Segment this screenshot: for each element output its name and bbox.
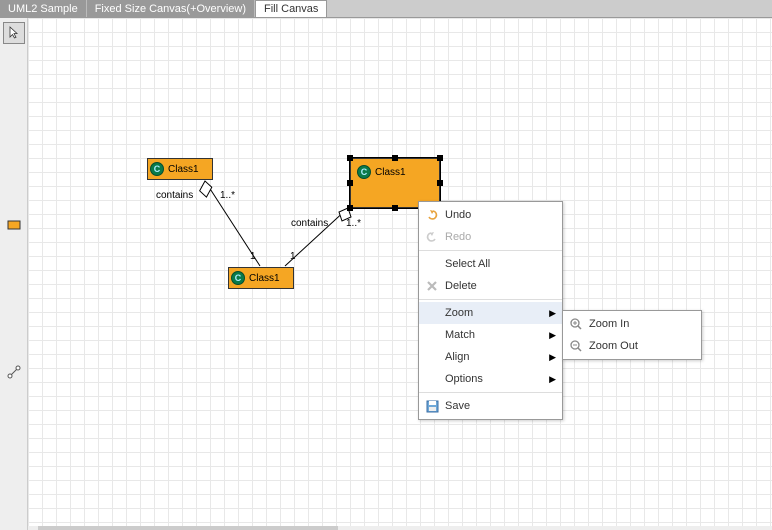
class-node[interactable]: C Class1 [147, 158, 213, 180]
canvas-grid [28, 18, 772, 530]
menu-match[interactable]: Match ▶ [419, 324, 562, 346]
blank-icon [423, 305, 441, 321]
menu-label: Match [441, 329, 549, 341]
undo-icon [423, 207, 441, 223]
resize-handle-w[interactable] [347, 180, 353, 186]
class-label: Class1 [168, 164, 199, 175]
pointer-icon [7, 26, 21, 40]
class-icon-letter: C [235, 273, 242, 283]
tab-label: Fixed Size Canvas(+Overview) [95, 3, 246, 15]
resize-handle-n[interactable] [392, 155, 398, 161]
menu-label: Delete [441, 280, 556, 292]
edge-mult-target: 1..* [346, 218, 361, 229]
zoom-submenu: Zoom In Zoom Out [562, 310, 702, 360]
class-tool[interactable] [3, 214, 25, 236]
resize-handle-nw[interactable] [347, 155, 353, 161]
blank-icon [423, 256, 441, 272]
menu-label: Redo [441, 231, 556, 243]
menu-zoom[interactable]: Zoom ▶ [419, 302, 562, 324]
connection-tool-icon [7, 365, 21, 379]
blank-icon [423, 371, 441, 387]
menu-redo[interactable]: Redo [419, 226, 562, 248]
edge-label-contains: contains [291, 218, 328, 229]
submenu-arrow-icon: ▶ [549, 308, 556, 319]
menu-separator [419, 299, 562, 300]
tab-label: Fill Canvas [264, 3, 318, 15]
menu-undo[interactable]: Undo [419, 204, 562, 226]
resize-handle-ne[interactable] [437, 155, 443, 161]
blank-icon [423, 349, 441, 365]
resize-handle-s[interactable] [392, 205, 398, 211]
menu-select-all[interactable]: Select All [419, 253, 562, 275]
zoom-out-icon [567, 338, 585, 354]
menu-separator [419, 250, 562, 251]
tab-fill-canvas[interactable]: Fill Canvas [255, 0, 327, 17]
menu-separator [419, 392, 562, 393]
redo-icon [423, 229, 441, 245]
menu-label: Select All [441, 258, 556, 270]
class-label: Class1 [249, 273, 280, 284]
edge-mult-source: 1 [290, 251, 296, 262]
menu-zoom-in[interactable]: Zoom In [563, 313, 701, 335]
resize-handle-sw[interactable] [347, 205, 353, 211]
submenu-arrow-icon: ▶ [549, 330, 556, 341]
menu-label: Options [441, 373, 549, 385]
workspace: contains 1..* 1 contains 1..* 1 C Class1… [0, 18, 772, 530]
menu-options[interactable]: Options ▶ [419, 368, 562, 390]
edge-mult-source: 1 [250, 251, 256, 262]
submenu-arrow-icon: ▶ [549, 352, 556, 363]
class-tool-icon [7, 219, 21, 231]
blank-icon [423, 327, 441, 343]
tab-label: UML2 Sample [8, 3, 78, 15]
canvas-container[interactable]: contains 1..* 1 contains 1..* 1 C Class1… [28, 18, 772, 530]
tab-uml2-sample[interactable]: UML2 Sample [0, 0, 87, 17]
edge-mult-target: 1..* [220, 190, 235, 201]
class-icon: C [150, 162, 164, 176]
menu-delete[interactable]: Delete [419, 275, 562, 297]
class-icon: C [231, 271, 245, 285]
menu-save[interactable]: Save [419, 395, 562, 417]
pointer-tool[interactable] [3, 22, 25, 44]
connection-tool[interactable] [3, 361, 25, 383]
zoom-in-icon [567, 316, 585, 332]
class-label: Class1 [375, 165, 406, 178]
tab-fixed-canvas[interactable]: Fixed Size Canvas(+Overview) [87, 0, 255, 17]
submenu-arrow-icon: ▶ [549, 374, 556, 385]
menu-align[interactable]: Align ▶ [419, 346, 562, 368]
class-icon: C [357, 165, 371, 179]
toolbar [0, 18, 28, 530]
scrollbar-thumb[interactable] [38, 526, 338, 530]
menu-label: Zoom [441, 307, 549, 319]
class-icon-letter: C [361, 167, 368, 177]
resize-handle-e[interactable] [437, 180, 443, 186]
edge-label-contains: contains [156, 190, 193, 201]
menu-zoom-out[interactable]: Zoom Out [563, 335, 701, 357]
save-icon [423, 398, 441, 414]
class-node[interactable]: C Class1 [228, 267, 294, 289]
class-icon-letter: C [154, 164, 161, 174]
horizontal-scrollbar[interactable] [28, 526, 772, 530]
menu-label: Zoom In [585, 318, 695, 330]
menu-label: Align [441, 351, 549, 363]
menu-label: Undo [441, 209, 556, 221]
menu-label: Save [441, 400, 556, 412]
tab-bar: UML2 Sample Fixed Size Canvas(+Overview)… [0, 0, 772, 18]
delete-icon [423, 278, 441, 294]
menu-label: Zoom Out [585, 340, 695, 352]
context-menu: Undo Redo Select All Delete Zoom ▶ [418, 201, 563, 420]
